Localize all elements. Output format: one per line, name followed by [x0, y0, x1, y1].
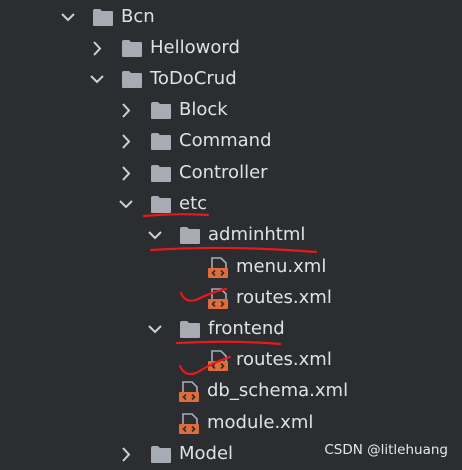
- tree-item-label: adminhtml: [208, 224, 306, 245]
- xml-file-icon: [179, 413, 199, 434]
- xml-file-icon: [208, 350, 228, 371]
- folder-icon: [93, 9, 113, 26]
- xml-file-icon: [179, 381, 199, 402]
- folder-icon: [180, 227, 200, 244]
- tree-item-label: ToDoCrud: [150, 68, 237, 89]
- folder-icon: [151, 196, 171, 213]
- folder-icon: [151, 133, 171, 150]
- tree-item-controller[interactable]: Controller: [0, 158, 462, 189]
- tree-item-menu-xml[interactable]: menu.xml: [0, 252, 462, 283]
- tree-item-frontend-routes-xml[interactable]: routes.xml: [0, 345, 462, 376]
- chevron-down-icon[interactable]: [119, 196, 133, 213]
- tree-item-frontend[interactable]: frontend: [0, 314, 462, 345]
- tree-item-db-schema-xml[interactable]: db_schema.xml: [0, 376, 462, 407]
- folder-icon: [151, 102, 171, 119]
- tree-item-adminhtml[interactable]: adminhtml: [0, 220, 462, 251]
- chevron-down-icon[interactable]: [148, 321, 162, 338]
- chevron-right-icon[interactable]: [119, 446, 133, 463]
- tree-item-helloword[interactable]: Helloword: [0, 33, 462, 64]
- tree-item-block[interactable]: Block: [0, 95, 462, 126]
- chevron-right-icon[interactable]: [119, 102, 133, 119]
- tree-item-admin-routes-xml[interactable]: routes.xml: [0, 283, 462, 314]
- tree-item-label: Command: [179, 130, 272, 151]
- folder-icon: [151, 165, 171, 182]
- tree-item-module-xml[interactable]: module.xml: [0, 408, 462, 439]
- tree-item-label: routes.xml: [236, 349, 332, 370]
- tree-item-label: Controller: [179, 162, 268, 183]
- tree-item-label: Block: [179, 99, 228, 120]
- folder-icon: [122, 40, 142, 57]
- tree-item-etc[interactable]: etc: [0, 189, 462, 220]
- watermark: CSDN @litlehuang: [324, 442, 448, 458]
- tree-item-label: etc: [179, 193, 208, 214]
- tree-item-label: Model: [179, 443, 234, 464]
- tree-item-label: module.xml: [207, 412, 314, 433]
- chevron-down-icon[interactable]: [90, 71, 104, 88]
- tree-item-label: routes.xml: [236, 287, 332, 308]
- tree-item-todocrud[interactable]: ToDoCrud: [0, 64, 462, 95]
- folder-icon: [180, 321, 200, 338]
- xml-file-icon: [208, 257, 228, 278]
- chevron-right-icon[interactable]: [90, 40, 104, 57]
- folder-icon: [151, 446, 171, 463]
- tree-item-label: menu.xml: [236, 256, 327, 277]
- tree-item-bcn[interactable]: Bcn: [0, 2, 462, 33]
- tree-item-command[interactable]: Command: [0, 126, 462, 157]
- tree-item-label: Bcn: [121, 6, 155, 27]
- chevron-down-icon[interactable]: [61, 9, 75, 26]
- project-tree: Bcn Helloword ToDoCrud Block Command Con…: [0, 0, 462, 470]
- folder-icon: [122, 71, 142, 88]
- chevron-down-icon[interactable]: [148, 227, 162, 244]
- tree-item-label: frontend: [208, 318, 285, 339]
- chevron-right-icon[interactable]: [119, 133, 133, 150]
- tree-item-label: Helloword: [150, 37, 240, 58]
- chevron-right-icon[interactable]: [119, 165, 133, 182]
- xml-file-icon: [208, 288, 228, 309]
- tree-item-label: db_schema.xml: [207, 380, 349, 401]
